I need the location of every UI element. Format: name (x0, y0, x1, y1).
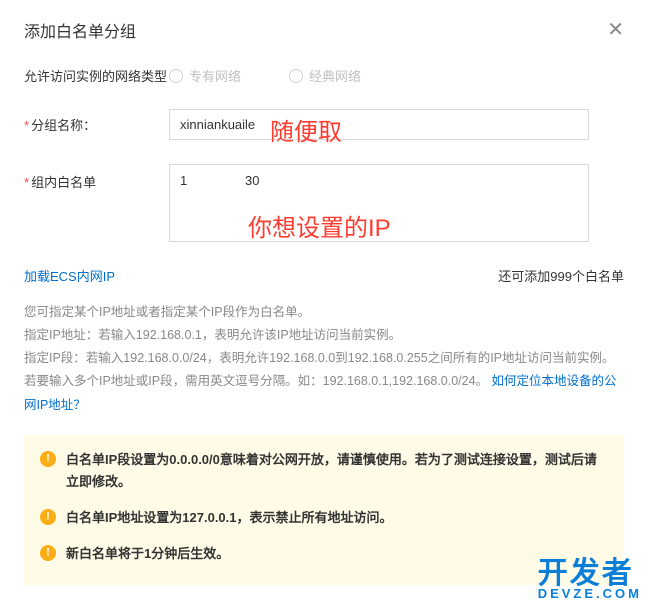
required-star: * (24, 118, 29, 133)
radio-icon (169, 69, 183, 83)
load-ecs-link[interactable]: 加载ECS内网IP (24, 266, 115, 285)
help-line: 指定IP段：若输入192.168.0.0/24，表明允许192.168.0.0到… (24, 347, 624, 370)
required-star: * (24, 175, 29, 190)
network-type-label: 允许访问实例的网络类型 (24, 66, 169, 85)
help-line: 指定IP地址：若输入192.168.0.1，表明允许该IP地址访问当前实例。 (24, 324, 624, 347)
radio-private-network[interactable]: 专有网络 (169, 66, 241, 85)
warning-icon (40, 451, 56, 467)
close-icon[interactable]: ✕ (607, 20, 624, 40)
radio-icon (289, 69, 303, 83)
group-name-input[interactable] (169, 109, 589, 140)
warning-text: 新白名单将于1分钟后生效。 (66, 543, 229, 565)
help-line: 若要输入多个IP地址或IP段，需用英文逗号分隔。如：192.168.0.1,19… (24, 370, 624, 416)
warning-text: 白名单IP段设置为0.0.0.0/0意味着对公网开放，请谨慎使用。若为了测试连接… (66, 449, 608, 493)
help-line: 您可指定某个IP地址或者指定某个IP段作为白名单。 (24, 301, 624, 324)
watermark-en: DEVZE.COM (538, 586, 642, 601)
radio-classic-network[interactable]: 经典网络 (289, 66, 361, 85)
radio-label: 经典网络 (309, 66, 361, 85)
warning-text: 白名单IP地址设置为127.0.0.1，表示禁止所有地址访问。 (66, 507, 393, 529)
help-text-block: 您可指定某个IP地址或者指定某个IP段作为白名单。 指定IP地址：若输入192.… (24, 301, 624, 417)
remaining-count: 还可添加999个白名单 (498, 266, 624, 285)
radio-label: 专有网络 (189, 66, 241, 85)
warning-block: 白名单IP段设置为0.0.0.0/0意味着对公网开放，请谨慎使用。若为了测试连接… (24, 435, 624, 585)
warning-icon (40, 545, 56, 561)
warning-icon (40, 509, 56, 525)
group-name-label: *分组名称： (24, 115, 169, 134)
modal-title: 添加白名单分组 (24, 18, 136, 42)
whitelist-label: *组内白名单 (24, 164, 169, 191)
whitelist-input[interactable]: 1 30 (169, 164, 589, 242)
